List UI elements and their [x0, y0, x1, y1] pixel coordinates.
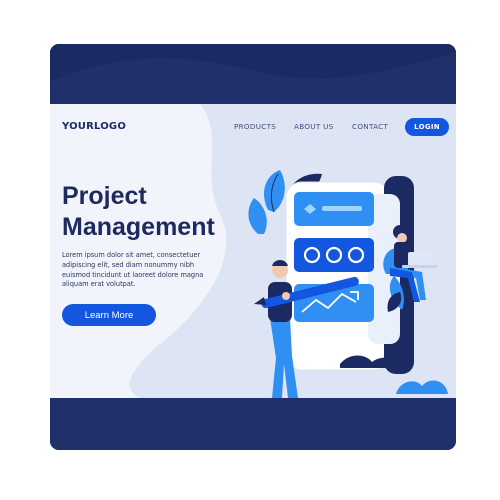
bottom-band — [50, 398, 456, 450]
nav-link-products[interactable]: PRODUCTS — [234, 122, 276, 131]
login-button[interactable]: LOGIN — [405, 118, 449, 136]
nav-link-contact[interactable]: CONTACT — [352, 122, 388, 131]
learn-more-button[interactable]: Learn More — [62, 304, 156, 326]
logo[interactable]: YOURLOGO — [62, 121, 126, 132]
project-management-illustration — [248, 170, 448, 398]
top-band — [50, 44, 456, 104]
landing-page: YOURLOGO PRODUCTS ABOUT US CONTACT LOGIN… — [50, 104, 456, 398]
top-wave-decoration — [50, 44, 456, 82]
nav-link-about-us[interactable]: ABOUT US — [294, 122, 334, 131]
landing-page-card: YOURLOGO PRODUCTS ABOUT US CONTACT LOGIN… — [50, 44, 456, 450]
